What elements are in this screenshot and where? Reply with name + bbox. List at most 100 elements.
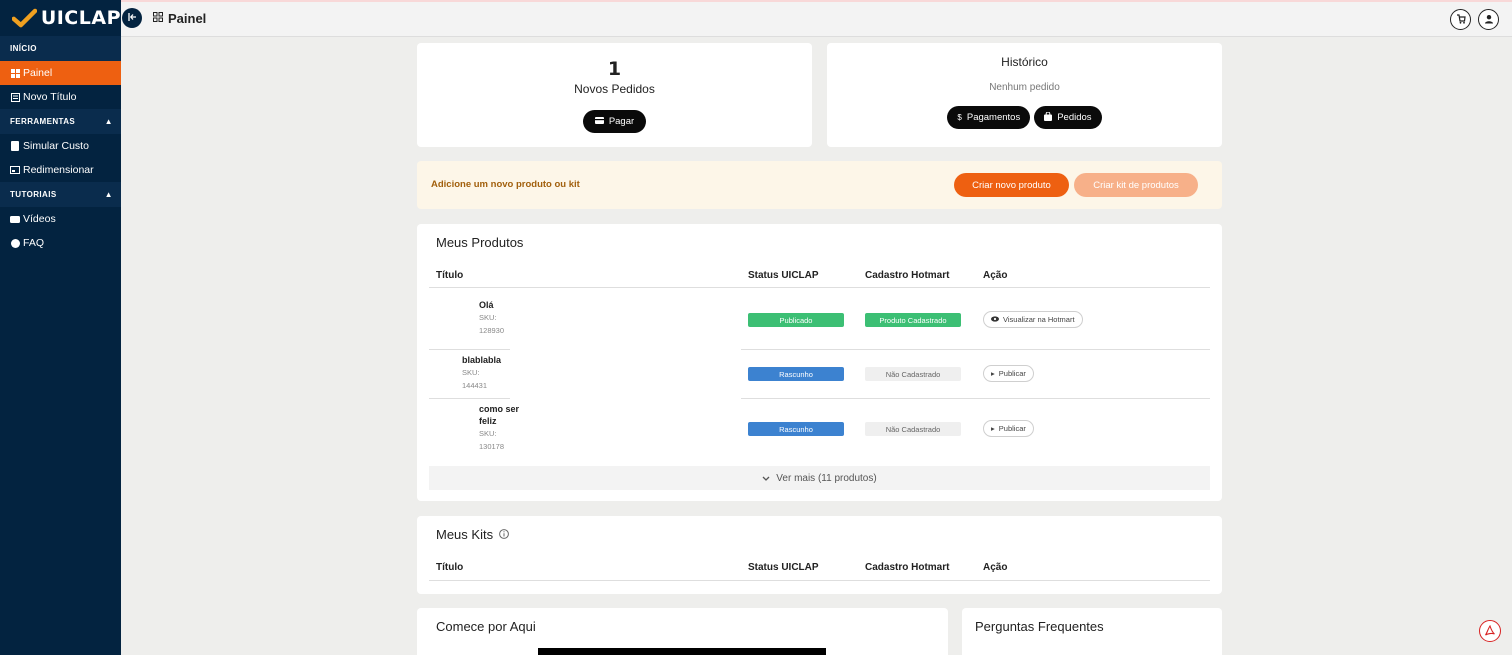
header-divider — [429, 287, 1210, 288]
sidebar-section-ferramentas[interactable]: FERRAMENTAS ▲ — [0, 109, 121, 134]
product-sku-label: SKU: — [479, 313, 497, 322]
user-button[interactable] — [1478, 9, 1499, 30]
product-sku-label: SKU: — [462, 368, 480, 377]
publish-label: Publicar — [998, 424, 1026, 433]
chevron-down-icon — [762, 473, 770, 484]
payments-button[interactable]: $ Pagamentos — [947, 106, 1031, 129]
info-icon[interactable] — [499, 527, 509, 542]
my-kits-heading: Meus Kits — [436, 527, 509, 542]
sidebar: UICLAP INÍCIO Painel Novo Título FERRAME… — [0, 0, 121, 655]
cart-button[interactable] — [1450, 9, 1471, 30]
column-header-hotmart: Cadastro Hotmart — [865, 270, 950, 281]
dollar-icon: $ — [957, 113, 962, 122]
column-header-status: Status UICLAP — [748, 270, 819, 281]
eye-icon — [991, 315, 999, 324]
pdf-icon[interactable] — [1479, 620, 1501, 642]
status-badge: Rascunho — [748, 367, 844, 381]
product-sku-label: SKU: — [479, 429, 497, 438]
column-header-hotmart: Cadastro Hotmart — [865, 562, 950, 573]
sidebar-item-faq[interactable]: FAQ — [0, 231, 121, 255]
faq-title: Perguntas Frequentes — [975, 619, 1104, 634]
sidebar-item-painel[interactable]: Painel — [0, 61, 121, 85]
sidebar-item-label: Vídeos — [23, 213, 56, 225]
orders-button[interactable]: Pedidos — [1034, 106, 1102, 129]
hotmart-badge: Produto Cadastrado — [865, 313, 961, 327]
start-here-card: Comece por Aqui — [417, 608, 948, 655]
status-badge: Rascunho — [748, 422, 844, 436]
sidebar-item-label: Simular Custo — [23, 140, 89, 152]
status-badge: Publicado — [748, 313, 844, 327]
view-hotmart-button[interactable]: Visualizar na Hotmart — [983, 311, 1083, 328]
new-orders-card: 1 Novos Pedidos Pagar — [417, 43, 812, 147]
logo[interactable]: UICLAP — [0, 0, 121, 36]
calculator-icon — [10, 141, 20, 151]
product-sku: 144431 — [462, 381, 488, 390]
sidebar-section-label: INÍCIO — [10, 44, 37, 53]
column-header-action: Ação — [983, 562, 1008, 573]
pay-button-label: Pagar — [608, 116, 635, 127]
header-divider — [429, 580, 1210, 581]
sidebar-section-tutoriais[interactable]: TUTORIAIS ▲ — [0, 182, 121, 207]
sidebar-item-label: Painel — [23, 67, 53, 79]
payments-button-label: Pagamentos — [966, 112, 1021, 123]
row-divider — [741, 349, 1210, 350]
chevron-up-icon: ▲ — [104, 117, 113, 126]
column-header-title: Título — [436, 270, 464, 281]
column-header-status: Status UICLAP — [748, 562, 819, 573]
my-kits-card: Meus Kits Título Status UICLAP Cadastro … — [417, 516, 1222, 594]
create-product-button[interactable]: Criar novo produto — [954, 173, 1069, 197]
grid-icon — [153, 12, 163, 25]
column-header-action: Ação — [983, 270, 1008, 281]
product-sku: 130178 — [479, 442, 505, 451]
user-icon — [1484, 14, 1494, 26]
video-embed[interactable] — [538, 648, 826, 655]
orders-button-label: Pedidos — [1057, 112, 1092, 123]
new-orders-count: 1 — [607, 58, 622, 80]
view-hotmart-label: Visualizar na Hotmart — [1003, 315, 1075, 324]
book-icon — [10, 92, 20, 102]
sidebar-item-novo-titulo[interactable]: Novo Título — [0, 85, 121, 109]
sidebar-item-label: FAQ — [23, 237, 45, 249]
video-icon — [10, 215, 20, 223]
page-title-text: Painel — [168, 11, 207, 26]
faq-card: Perguntas Frequentes — [962, 608, 1222, 655]
create-kit-button[interactable]: Criar kit de produtos — [1074, 173, 1198, 197]
column-header-title: Título — [436, 562, 464, 573]
page-title: Painel — [153, 11, 206, 26]
play-icon: ▸ — [991, 369, 995, 378]
product-name[interactable]: Olá — [479, 299, 494, 311]
collapse-left-icon — [127, 13, 137, 23]
chevron-up-icon: ▲ — [104, 190, 113, 199]
card-icon — [594, 117, 604, 126]
history-title: Histórico — [1001, 55, 1048, 69]
sidebar-item-simular-custo[interactable]: Simular Custo — [0, 134, 121, 158]
add-product-banner: Adicione um novo produto ou kit Criar no… — [417, 161, 1222, 209]
see-more-button[interactable]: Ver mais (11 produtos) — [429, 466, 1210, 490]
sidebar-item-redimensionar[interactable]: Redimensionar — [0, 158, 121, 182]
resize-icon — [10, 166, 20, 174]
publish-button[interactable]: ▸ Publicar — [983, 420, 1034, 437]
sidebar-item-videos[interactable]: Vídeos — [0, 207, 121, 231]
question-icon — [10, 238, 20, 248]
my-kits-title: Meus Kits — [436, 527, 494, 542]
see-more-label: Ver mais (11 produtos) — [776, 472, 877, 484]
bag-icon — [1044, 111, 1053, 123]
publish-button[interactable]: ▸ Publicar — [983, 365, 1034, 382]
my-products-title: Meus Produtos — [436, 235, 524, 250]
pay-button[interactable]: Pagar — [582, 110, 647, 133]
sidebar-section-label: TUTORIAIS — [10, 190, 57, 199]
product-name-line1[interactable]: como ser — [479, 403, 519, 415]
product-name-line2[interactable]: feliz — [479, 415, 497, 427]
row-divider — [429, 398, 510, 399]
check-logo-icon — [12, 8, 37, 28]
sidebar-section-label: FERRAMENTAS — [10, 117, 76, 126]
row-divider — [741, 398, 1210, 399]
brand-name: UICLAP — [40, 7, 121, 29]
product-name[interactable]: blablabla — [462, 354, 501, 366]
topbar: Painel — [121, 0, 1512, 37]
banner-text: Adicione um novo produto ou kit — [431, 179, 580, 190]
publish-label: Publicar — [998, 369, 1026, 378]
hotmart-badge: Não Cadastrado — [865, 367, 961, 381]
collapse-sidebar-button[interactable] — [122, 8, 142, 28]
hotmart-badge: Não Cadastrado — [865, 422, 961, 436]
